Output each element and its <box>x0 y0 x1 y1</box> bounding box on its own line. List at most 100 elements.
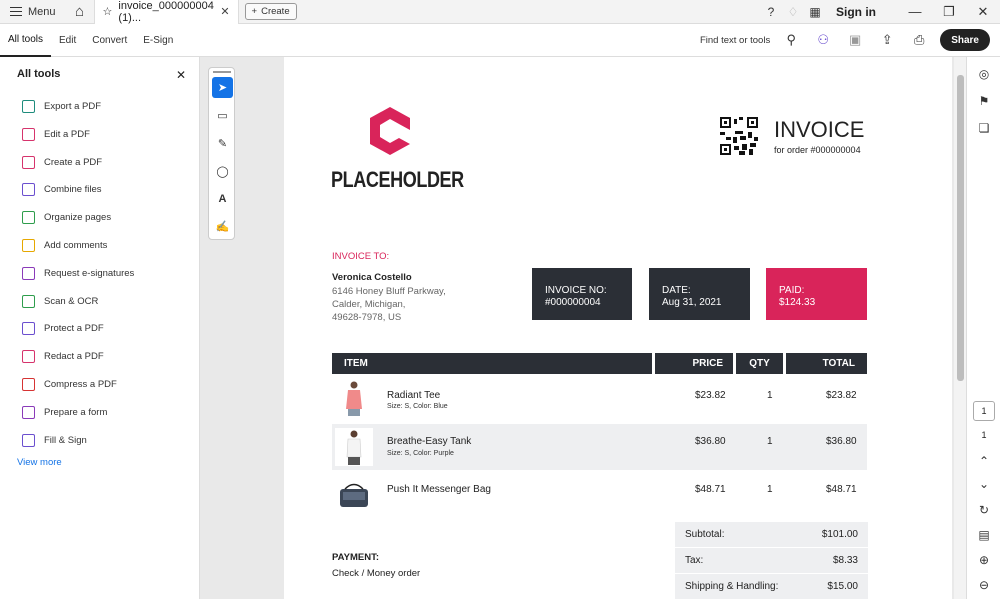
save-icon[interactable]: ▣ <box>844 29 866 51</box>
draw-shape-icon[interactable]: ◯ <box>212 161 233 182</box>
chevron-down-icon[interactable]: ⌄ <box>975 475 993 493</box>
sign-icon[interactable]: ✍ <box>212 216 233 237</box>
tool-item[interactable]: Scan & OCR <box>22 294 99 308</box>
pages-icon[interactable]: ❏ <box>975 119 993 137</box>
item-total: $48.71 <box>826 484 857 495</box>
brand-logo <box>370 107 410 155</box>
menu-all-tools[interactable]: All tools <box>0 24 52 57</box>
restore-icon[interactable]: ❐ <box>932 4 966 20</box>
totals-label: Subtotal: <box>685 529 725 540</box>
product-options: Size: S, Color: Blue <box>387 403 448 410</box>
header-qty: QTY <box>736 353 783 374</box>
scrollbar-thumb[interactable] <box>957 75 964 381</box>
item-price: $23.82 <box>695 390 726 401</box>
close-window-icon[interactable]: ✕ <box>966 4 1000 20</box>
upload-icon[interactable]: ⇪ <box>876 29 898 51</box>
table-row: Breathe-Easy Tank Size: S, Color: Purple… <box>332 424 867 470</box>
search-icon[interactable]: ⚲ <box>780 29 802 51</box>
item-price: $36.80 <box>695 436 726 447</box>
zoom-out-icon[interactable]: ⊖ <box>975 576 993 594</box>
drag-handle[interactable] <box>213 71 231 73</box>
tool-item[interactable]: Compress a PDF <box>22 378 117 391</box>
tool-item[interactable]: Export a PDF <box>22 100 101 113</box>
tool-label: Compress a PDF <box>44 379 117 390</box>
share-button[interactable]: Share <box>940 29 990 51</box>
tool-label: Request e-signatures <box>44 267 135 279</box>
tool-item[interactable]: Protect a PDF <box>22 322 104 336</box>
chevron-up-icon[interactable]: ⌃ <box>975 452 993 470</box>
find-text-label[interactable]: Find text or tools <box>700 35 770 46</box>
create-button[interactable]: + Create <box>244 3 297 20</box>
box-label: INVOICE NO: <box>545 285 607 296</box>
header-total: TOTAL <box>786 353 867 374</box>
close-tab-icon[interactable]: ✕ <box>220 5 229 18</box>
tool-icon <box>22 211 35 225</box>
menu-label: Menu <box>28 5 56 18</box>
apps-grid-icon[interactable]: ▦ <box>804 5 826 19</box>
page-number-input[interactable]: 1 <box>973 401 995 421</box>
tool-item[interactable]: Add comments <box>22 239 107 252</box>
tool-item[interactable]: Organize pages <box>22 211 111 225</box>
menu-convert[interactable]: Convert <box>84 24 135 57</box>
table-row: Radiant Tee Size: S, Color: Blue $23.82 … <box>332 375 867 421</box>
date-box: DATE: Aug 31, 2021 <box>649 268 750 320</box>
tool-icon <box>22 294 35 308</box>
page-fit-icon[interactable]: ▤ <box>975 526 993 544</box>
tool-label: Add comments <box>44 240 108 251</box>
create-label: Create <box>261 6 290 17</box>
bell-icon[interactable]: ♢ <box>782 5 804 19</box>
menu-edit[interactable]: Edit <box>51 24 84 57</box>
order-number: for order #000000004 <box>774 145 861 155</box>
item-qty: 1 <box>767 436 773 447</box>
tool-label: Scan & OCR <box>44 295 99 307</box>
home-icon[interactable]: ⌂ <box>66 0 94 24</box>
comment-icon[interactable]: ▭ <box>212 105 233 126</box>
star-icon[interactable]: ☆ <box>103 5 113 18</box>
select-cursor-icon[interactable]: ➤ <box>212 77 233 98</box>
document-tab[interactable]: ☆ invoice_000000004 (1)... ✕ <box>93 0 239 24</box>
text-box-icon[interactable]: A <box>212 188 233 209</box>
bookmark-icon[interactable]: ⚑ <box>975 92 993 110</box>
help-icon[interactable]: ? <box>760 5 782 19</box>
tool-item[interactable]: Prepare a form <box>22 405 107 419</box>
menu-button[interactable]: Menu <box>0 0 66 24</box>
customer-address: 6146 Honey Bluff Parkway, Calder, Michig… <box>332 285 446 324</box>
view-more-link[interactable]: View more <box>17 457 62 468</box>
tool-icon <box>22 405 35 419</box>
tool-icon <box>22 155 35 169</box>
tool-icon <box>22 183 35 197</box>
print-icon[interactable]: ⎙ <box>908 29 930 51</box>
tool-item[interactable]: Create a PDF <box>22 155 102 169</box>
tool-item[interactable]: Request e-signatures <box>22 266 135 280</box>
sign-in-button[interactable]: Sign in <box>836 5 876 19</box>
table-row: Push It Messenger Bag $48.71 1 $48.71 <box>332 472 867 518</box>
minimize-icon[interactable]: — <box>898 4 932 19</box>
tool-item[interactable]: Combine files <box>22 183 102 197</box>
payment-method: Check / Money order <box>332 568 421 579</box>
tool-item[interactable]: Fill & Sign <box>22 433 87 447</box>
product-image <box>340 483 368 507</box>
refresh-icon[interactable]: ↻ <box>975 501 993 519</box>
tool-icon <box>22 322 35 336</box>
tool-item[interactable]: Redact a PDF <box>22 350 104 364</box>
hamburger-icon <box>10 7 22 16</box>
invoice-to-label: INVOICE TO: <box>332 251 390 262</box>
ai-assistant-icon[interactable]: ⚇ <box>812 29 834 51</box>
comments-panel-icon[interactable]: ◎ <box>975 65 993 83</box>
quick-tools-bar: ➤ ▭ ✎ ◯ A ✍ <box>208 67 235 240</box>
tool-item[interactable]: Edit a PDF <box>22 127 90 141</box>
right-panel: ◎ ⚑ ❏ 1 1 ⌃ ⌄ ↻ ▤ ⊕ ⊖ <box>966 57 1000 599</box>
zoom-in-icon[interactable]: ⊕ <box>975 551 993 569</box>
highlight-pen-icon[interactable]: ✎ <box>212 133 233 154</box>
tool-icon <box>22 239 35 252</box>
item-qty: 1 <box>767 484 773 495</box>
tool-label: Combine files <box>44 184 102 196</box>
totals-label: Shipping & Handling: <box>685 581 779 592</box>
item-price: $48.71 <box>695 484 726 495</box>
close-panel-icon[interactable]: ✕ <box>176 68 186 82</box>
pdf-page: PLACEHOLDER INVOICE for order #000000004… <box>284 57 952 599</box>
menu-e-sign[interactable]: E-Sign <box>135 24 181 57</box>
paid-box: PAID: $124.33 <box>766 268 867 320</box>
tax-row: Tax: $8.33 <box>675 548 868 573</box>
box-value: #000000004 <box>545 297 601 308</box>
